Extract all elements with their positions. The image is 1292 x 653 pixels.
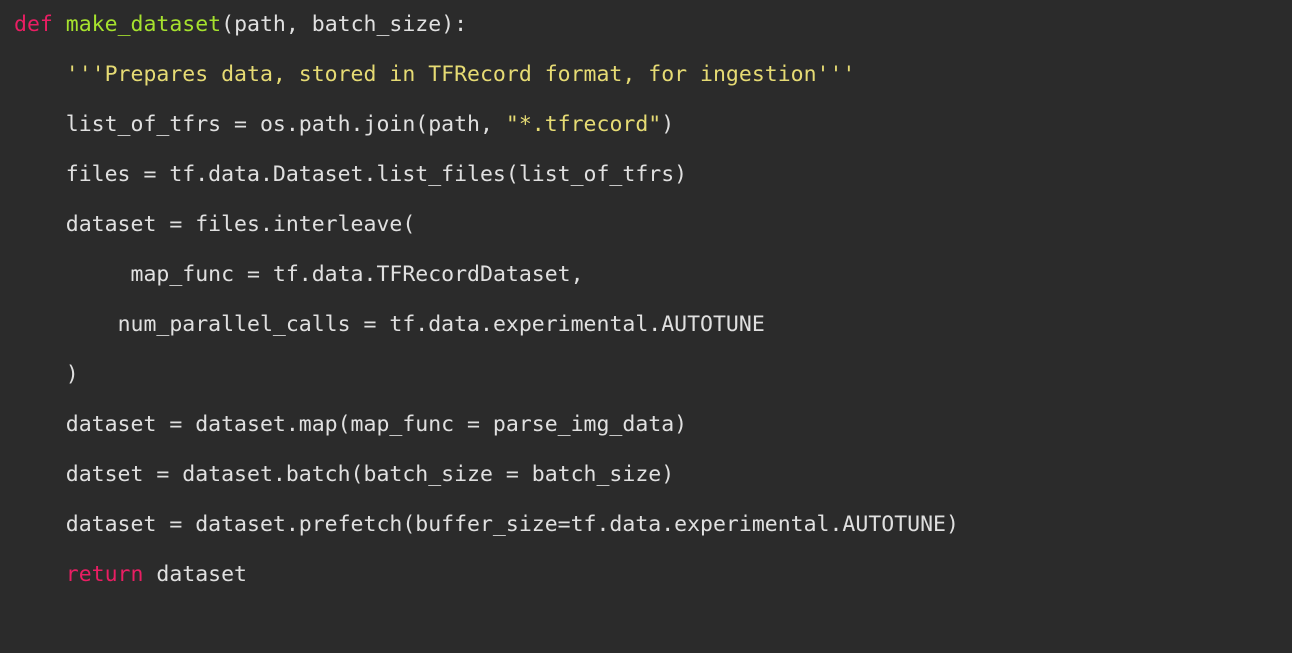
code-token: return	[66, 562, 144, 587]
code-block[interactable]: def make_dataset(path, batch_size): '''P…	[0, 0, 1292, 600]
code-token: num_parallel_calls = tf.data.experimenta…	[118, 312, 765, 337]
code-token: files = tf.data.Dataset.list_files(list_…	[66, 162, 687, 187]
code-line: '''Prepares data, stored in TFRecord for…	[14, 50, 1278, 100]
code-line: )	[14, 350, 1278, 400]
code-token	[53, 12, 66, 37]
code-line: dataset = dataset.prefetch(buffer_size=t…	[14, 500, 1278, 550]
code-line: list_of_tfrs = os.path.join(path, "*.tfr…	[14, 100, 1278, 150]
code-token: dataset = dataset.prefetch(buffer_size=t…	[66, 512, 959, 537]
code-token: make_dataset	[66, 12, 221, 37]
code-token: dataset = files.interleave(	[66, 212, 416, 237]
code-token: )	[661, 112, 674, 137]
code-line: dataset = files.interleave(	[14, 200, 1278, 250]
code-line: num_parallel_calls = tf.data.experimenta…	[14, 300, 1278, 350]
code-token: def	[14, 12, 53, 37]
code-token: list_of_tfrs = os.path.join(path,	[66, 112, 506, 137]
code-token: datset = dataset.batch(batch_size = batc…	[66, 462, 674, 487]
code-token: (path, batch_size):	[221, 12, 467, 37]
code-line: def make_dataset(path, batch_size):	[14, 0, 1278, 50]
code-line: dataset = dataset.map(map_func = parse_i…	[14, 400, 1278, 450]
code-token: "*.tfrecord"	[506, 112, 661, 137]
code-line: files = tf.data.Dataset.list_files(list_…	[14, 150, 1278, 200]
code-token: '''Prepares data, stored in TFRecord for…	[66, 62, 856, 87]
code-line: map_func = tf.data.TFRecordDataset,	[14, 250, 1278, 300]
code-token: dataset = dataset.map(map_func = parse_i…	[66, 412, 687, 437]
code-token: )	[66, 362, 79, 387]
code-token: dataset	[143, 562, 247, 587]
code-line: datset = dataset.batch(batch_size = batc…	[14, 450, 1278, 500]
code-line: return dataset	[14, 550, 1278, 600]
code-token: map_func = tf.data.TFRecordDataset,	[118, 262, 584, 287]
